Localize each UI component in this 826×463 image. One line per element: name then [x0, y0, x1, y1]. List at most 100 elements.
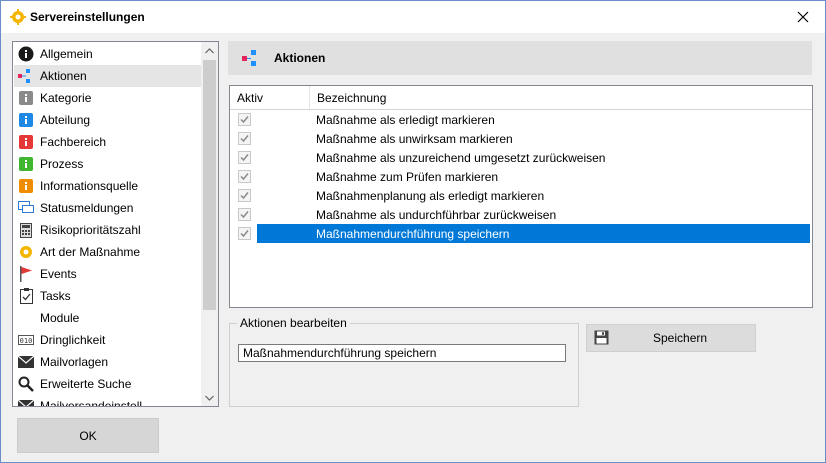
active-checkbox[interactable] — [238, 113, 251, 126]
tree-item-label: Allgemein — [40, 47, 93, 61]
tree-item-mailvorlagen[interactable]: Mailvorlagen — [14, 351, 201, 373]
tree-item-informationsquelle[interactable]: Informationsquelle — [14, 175, 201, 197]
tree-item-label: Mailversandeinstell — [40, 399, 143, 407]
tree-item-art-der-maßnahme[interactable]: Art der Maßnahme — [14, 241, 201, 263]
tree-item-allgemein[interactable]: Allgemein — [14, 43, 201, 65]
checkmark-icon — [240, 116, 249, 124]
tree-item-abteilung[interactable]: Abteilung — [14, 109, 201, 131]
action-name-input[interactable] — [238, 344, 566, 362]
floppy-disk-icon — [594, 330, 609, 348]
actions-icon — [242, 50, 260, 66]
tree-item-statusmeldungen[interactable]: Statusmeldungen — [14, 197, 201, 219]
table-row[interactable]: Maßnahmenplanung als erledigt markieren — [230, 186, 812, 205]
checkmark-icon — [240, 154, 249, 162]
tree-item-label: Tasks — [40, 289, 71, 303]
tree-item-module[interactable]: Module — [14, 307, 201, 329]
action-label: Maßnahme zum Prüfen markieren — [316, 170, 499, 184]
edit-group-label: Aktionen bearbeiten — [237, 316, 350, 330]
table-row[interactable]: Maßnahme als unzureichend umgesetzt zurü… — [230, 148, 812, 167]
table-row[interactable]: Maßnahme als undurchführbar zurückweisen — [230, 205, 812, 224]
section-header: Aktionen — [228, 41, 812, 75]
scroll-up-button[interactable] — [201, 42, 218, 59]
save-button[interactable]: Speichern — [586, 324, 756, 352]
table-row[interactable]: Maßnahme als erledigt markieren — [230, 110, 812, 129]
clipboard-icon — [18, 288, 34, 304]
tree-item-label: Dringlichkeit — [40, 333, 106, 347]
actions-icon — [18, 68, 34, 84]
tree-item-label: Prozess — [40, 157, 84, 171]
tree-item-label: Aktionen — [40, 69, 87, 83]
table-row[interactable]: Maßnahme als unwirksam markieren — [230, 129, 812, 148]
settings-window: Servereinstellungen Allgemein Aktionen Kat… — [0, 0, 826, 463]
flag-icon — [18, 266, 34, 282]
empty-icon-slot — [18, 310, 34, 326]
checkmark-icon — [240, 192, 249, 200]
counter-icon: 010 — [18, 332, 34, 348]
action-label: Maßnahmenplanung als erledigt markieren — [316, 189, 545, 203]
active-checkbox[interactable] — [238, 227, 251, 240]
tree-item-label: Informationsquelle — [40, 179, 139, 193]
info-black-icon — [18, 46, 34, 62]
info-orange-icon — [18, 178, 34, 194]
scroll-down-button[interactable] — [201, 389, 218, 406]
scroll-thumb[interactable] — [203, 60, 216, 310]
column-header-label[interactable]: Bezeichnung — [317, 91, 386, 105]
mail-settings-icon — [18, 398, 34, 406]
title-bar: Servereinstellungen — [1, 1, 825, 33]
edit-group — [229, 323, 579, 407]
actions-table[interactable]: Aktiv Bezeichnung Maßnahme als erledigt … — [229, 85, 813, 308]
tree-scrollbar[interactable] — [201, 42, 218, 406]
tree-item-tasks[interactable]: Tasks — [14, 285, 201, 307]
chat-icon — [18, 200, 34, 216]
checkmark-icon — [240, 230, 249, 238]
settings-tree[interactable]: Allgemein Aktionen Kategorie Abteilung Fachb… — [12, 41, 219, 407]
section-title: Aktionen — [274, 51, 326, 65]
mail-icon — [18, 354, 34, 370]
tree-item-events[interactable]: Events — [14, 263, 201, 285]
tree-item-label: Risikoprioritätszahl — [40, 223, 141, 237]
tree-item-aktionen[interactable]: Aktionen — [14, 65, 201, 87]
window-title: Servereinstellungen — [30, 10, 145, 24]
checkmark-icon — [240, 173, 249, 181]
tree-item-label: Fachbereich — [40, 135, 107, 149]
tree-item-fachbereich[interactable]: Fachbereich — [14, 131, 201, 153]
tree-item-label: Erweiterte Suche — [40, 377, 132, 391]
calculator-icon — [18, 222, 34, 238]
tree-item-label: Events — [40, 267, 77, 281]
tree-item-label: Abteilung — [40, 113, 91, 127]
tree-item-risikoprioritätszahl[interactable]: Risikoprioritätszahl — [14, 219, 201, 241]
tree-item-mailversandeinstell[interactable]: Mailversandeinstell — [14, 395, 201, 407]
tree-item-kategorie[interactable]: Kategorie — [14, 87, 201, 109]
active-checkbox[interactable] — [238, 189, 251, 202]
action-label: Maßnahme als undurchführbar zurückweisen — [316, 208, 557, 222]
action-label: Maßnahme als unzureichend umgesetzt zurü… — [316, 151, 606, 165]
table-header: Aktiv Bezeichnung — [230, 86, 812, 110]
active-checkbox[interactable] — [238, 132, 251, 145]
save-button-label: Speichern — [653, 331, 708, 345]
tree-item-erweiterte-suche[interactable]: Erweiterte Suche — [14, 373, 201, 395]
tree-list: Allgemein Aktionen Kategorie Abteilung Fachb… — [14, 43, 201, 407]
action-label: Maßnahme als erledigt markieren — [316, 113, 495, 127]
table-row[interactable]: Maßnahmendurchführung speichern — [230, 224, 812, 243]
info-green-icon — [18, 156, 34, 172]
tree-item-label: Statusmeldungen — [40, 201, 134, 215]
active-checkbox[interactable] — [238, 151, 251, 164]
column-header-active[interactable]: Aktiv — [237, 91, 263, 105]
table-row[interactable]: Maßnahme zum Prüfen markieren — [230, 167, 812, 186]
checkmark-icon — [240, 135, 249, 143]
tree-item-label: Kategorie — [40, 91, 92, 105]
close-button[interactable] — [791, 5, 815, 29]
svg-text:010: 010 — [20, 337, 33, 345]
ok-button[interactable]: OK — [17, 418, 159, 453]
checkmark-icon — [240, 211, 249, 219]
tree-item-label: Art der Maßnahme — [40, 245, 141, 259]
active-checkbox[interactable] — [238, 170, 251, 183]
active-checkbox[interactable] — [238, 208, 251, 221]
action-label: Maßnahme als unwirksam markieren — [316, 132, 513, 146]
ok-button-label: OK — [79, 428, 97, 443]
tree-item-dringlichkeit[interactable]: 010 Dringlichkeit — [14, 329, 201, 351]
info-gray-icon — [18, 90, 34, 106]
chevron-up-icon — [205, 47, 214, 53]
tree-item-prozess[interactable]: Prozess — [14, 153, 201, 175]
chevron-down-icon — [205, 395, 214, 401]
